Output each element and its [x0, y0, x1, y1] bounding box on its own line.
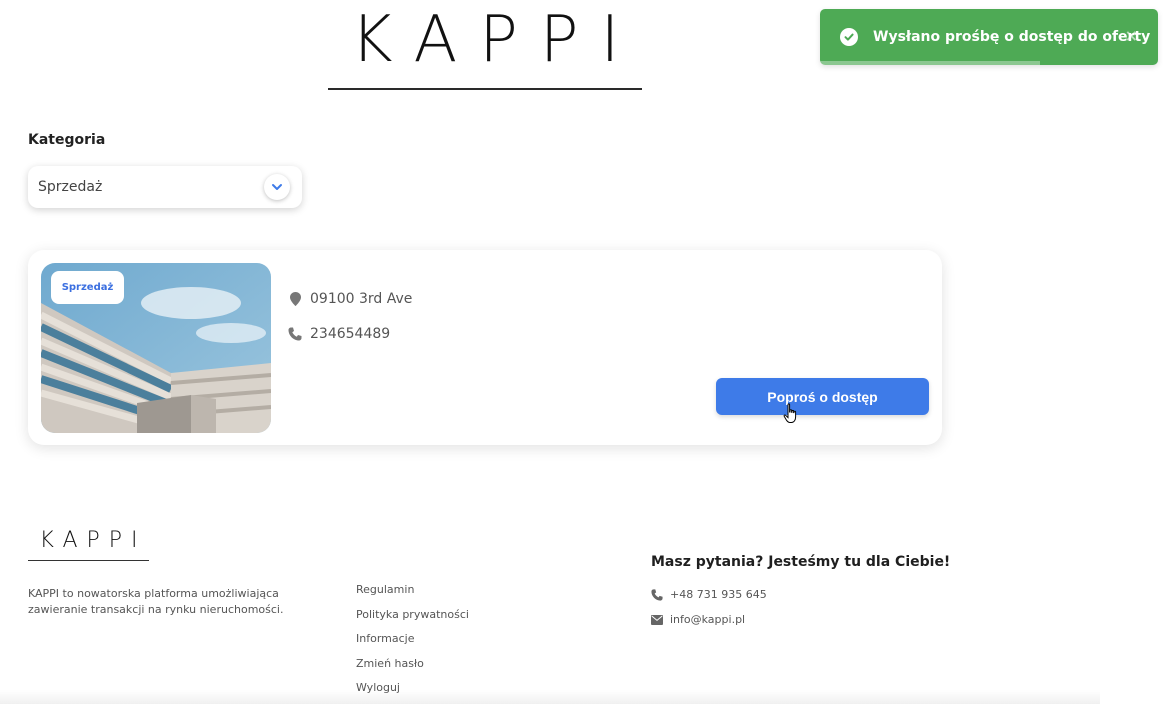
footer-logo[interactable]: KAPPI	[28, 527, 149, 561]
toast-progress-bar	[820, 61, 1040, 65]
header-logo-text: KAPPI	[350, 3, 642, 77]
contact-email-row[interactable]: info@kappi.pl	[651, 613, 745, 626]
listing-category-badge: Sprzedaż	[51, 271, 124, 304]
category-select[interactable]: Sprzedaż	[28, 166, 302, 208]
listing-photo[interactable]: Sprzedaż	[41, 263, 271, 433]
footer-link-info[interactable]: Informacje	[356, 631, 469, 656]
page-bottom-shadow	[0, 690, 1100, 704]
contact-email: info@kappi.pl	[670, 613, 746, 626]
request-access-button[interactable]: Poproś o dostęp	[716, 378, 929, 415]
listing-phone: 234654489	[310, 326, 391, 342]
close-icon[interactable]: ×	[1125, 26, 1138, 45]
chevron-down-icon[interactable]	[264, 174, 290, 200]
footer-logo-text: KAPPI	[39, 528, 147, 553]
category-label: Kategoria	[28, 132, 106, 148]
listing-card[interactable]: Sprzedaż 09100 3rd Ave 234654489 Poproś …	[28, 250, 942, 445]
category-selected-value: Sprzedaż	[38, 179, 103, 195]
map-pin-icon	[288, 292, 302, 306]
footer-link-change-password[interactable]: Zmień hasło	[356, 656, 469, 681]
contact-title: Masz pytania? Jesteśmy tu dla Ciebie!	[651, 554, 951, 570]
listing-address: 09100 3rd Ave	[310, 291, 413, 307]
listing-address-row: 09100 3rd Ave	[288, 291, 412, 307]
phone-icon	[288, 327, 302, 341]
contact-phone-row[interactable]: +48 731 935 645	[651, 588, 767, 601]
check-circle-icon	[840, 28, 858, 46]
success-toast: Wysłano prośbę o dostęp do oferty ×	[820, 9, 1158, 65]
header-logo[interactable]: KAPPI	[328, 2, 642, 90]
footer-description: KAPPI to nowatorska platforma umożliwiaj…	[28, 587, 284, 616]
footer-link-regulamin[interactable]: Regulamin	[356, 582, 469, 607]
phone-icon	[651, 588, 663, 601]
hand-cursor-icon	[783, 403, 799, 429]
mail-icon	[651, 614, 663, 626]
contact-phone: +48 731 935 645	[670, 588, 767, 601]
footer-links: Regulamin Polityka prywatności Informacj…	[356, 582, 469, 704]
listing-phone-row: 234654489	[288, 326, 390, 342]
footer-link-privacy[interactable]: Polityka prywatności	[356, 607, 469, 632]
toast-message: Wysłano prośbę o dostęp do oferty	[873, 29, 1151, 45]
